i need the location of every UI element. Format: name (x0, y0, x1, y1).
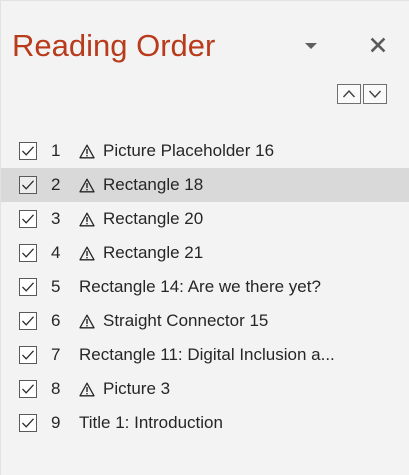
warning-icon (79, 313, 99, 330)
warning-icon (79, 245, 99, 262)
item-label: Picture 3 (103, 379, 171, 398)
checkmark-icon (22, 282, 34, 292)
item-number: 2 (51, 175, 61, 194)
checkmark-icon (22, 350, 34, 360)
item-number: 3 (51, 209, 61, 228)
reading-order-item-content: 2 Rectangle 18 (19, 168, 386, 202)
reading-order-pane: Reading Order 1 Picture Placeholder 16 2… (0, 0, 409, 475)
mark-as-decorative-checkbox[interactable] (19, 210, 37, 228)
reading-order-item[interactable]: 8 Picture 3 (1, 372, 409, 406)
reading-order-item-content: 3 Rectangle 20 (19, 202, 386, 236)
item-number: 6 (51, 311, 61, 330)
reading-order-item-content: 6 Straight Connector 15 (19, 304, 386, 338)
reading-order-item-content: 8 Picture 3 (19, 372, 386, 406)
item-label: Title 1: Introduction (79, 413, 223, 432)
reading-order-item[interactable]: 5 Rectangle 14: Are we there yet? (1, 270, 409, 304)
pane-options-button[interactable] (299, 34, 323, 58)
item-number: 4 (51, 243, 61, 262)
reading-order-list: 1 Picture Placeholder 16 2 Rectangle 18 … (1, 134, 409, 440)
item-number: 1 (51, 141, 61, 160)
item-number: 5 (51, 277, 61, 296)
item-label: Rectangle 20 (103, 209, 204, 228)
reorder-buttons (337, 84, 387, 104)
reading-order-item[interactable]: 3 Rectangle 20 (1, 202, 409, 236)
reading-order-item-content: 5 Rectangle 14: Are we there yet? (19, 270, 386, 304)
item-number: 8 (51, 379, 61, 398)
reading-order-item[interactable]: 6 Straight Connector 15 (1, 304, 409, 338)
item-label: Rectangle 21 (103, 243, 204, 262)
item-label: Straight Connector 15 (103, 311, 269, 330)
warning-icon (79, 177, 99, 194)
checkmark-icon (22, 248, 34, 258)
chevron-down-icon (368, 90, 382, 99)
checkmark-icon (22, 180, 34, 190)
warning-icon (79, 381, 99, 398)
mark-as-decorative-checkbox[interactable] (19, 312, 37, 330)
item-label: Rectangle 14: Are we there yet? (79, 277, 321, 296)
item-number: 7 (51, 345, 61, 364)
mark-as-decorative-checkbox[interactable] (19, 380, 37, 398)
pane-title: Reading Order (12, 28, 216, 63)
checkmark-icon (22, 316, 34, 326)
reading-order-item[interactable]: 7 Rectangle 11: Digital Inclusion a... (1, 338, 409, 372)
reading-order-item-content: 1 Picture Placeholder 16 (19, 134, 386, 168)
move-down-button[interactable] (363, 84, 387, 104)
move-up-button[interactable] (337, 84, 361, 104)
checkmark-icon (22, 146, 34, 156)
item-label: Rectangle 11: Digital Inclusion a... (79, 345, 335, 364)
pane-header: Reading Order (1, 1, 409, 83)
reading-order-item[interactable]: 1 Picture Placeholder 16 (1, 134, 409, 168)
checkmark-icon (22, 214, 34, 224)
chevron-down-icon (305, 43, 317, 49)
close-icon (370, 37, 386, 53)
reading-order-item[interactable]: 2 Rectangle 18 (1, 168, 409, 202)
reading-order-item[interactable]: 4 Rectangle 21 (1, 236, 409, 270)
item-label: Picture Placeholder 16 (103, 141, 275, 160)
close-pane-button[interactable] (365, 32, 391, 58)
item-label: Rectangle 18 (103, 175, 204, 194)
chevron-up-icon (342, 89, 356, 98)
warning-icon (79, 143, 99, 160)
reading-order-item[interactable]: 9 Title 1: Introduction (1, 406, 409, 440)
mark-as-decorative-checkbox[interactable] (19, 244, 37, 262)
mark-as-decorative-checkbox[interactable] (19, 414, 37, 432)
warning-icon (79, 211, 99, 228)
mark-as-decorative-checkbox[interactable] (19, 346, 37, 364)
mark-as-decorative-checkbox[interactable] (19, 176, 37, 194)
checkmark-icon (22, 384, 34, 394)
reading-order-item-content: 7 Rectangle 11: Digital Inclusion a... (19, 338, 386, 372)
reading-order-item-content: 9 Title 1: Introduction (19, 406, 386, 440)
checkmark-icon (22, 418, 34, 428)
item-number: 9 (51, 413, 61, 432)
mark-as-decorative-checkbox[interactable] (19, 142, 37, 160)
reading-order-item-content: 4 Rectangle 21 (19, 236, 386, 270)
mark-as-decorative-checkbox[interactable] (19, 278, 37, 296)
